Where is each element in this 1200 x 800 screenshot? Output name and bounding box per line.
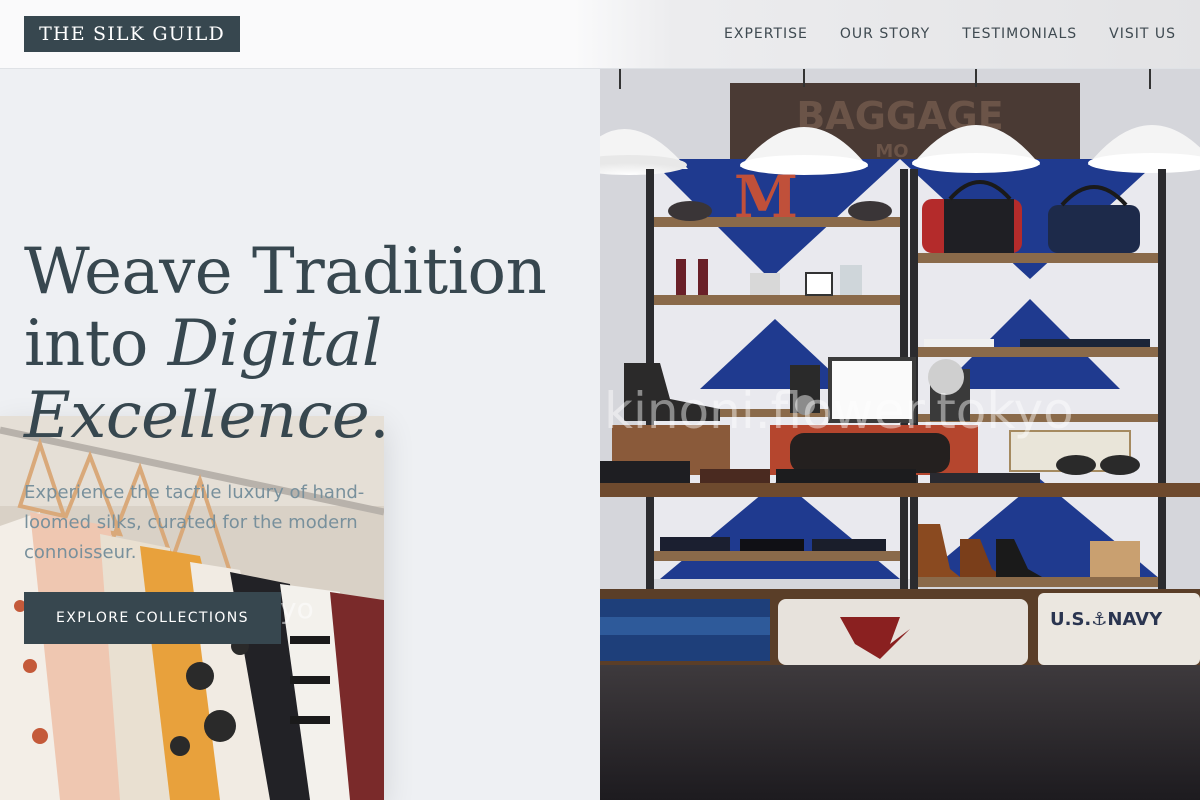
headline-line-3: Excellence — [24, 379, 370, 453]
brand-logo[interactable]: THE SILK GUILD — [24, 16, 240, 52]
headline-line-2a: into — [24, 307, 168, 381]
headline-line-2b: Digital — [167, 307, 383, 381]
main-nav: EXPERTISE OUR STORY TESTIMONIALS VISIT U… — [724, 0, 1176, 68]
nav-link-our-story[interactable]: OUR STORY — [840, 26, 930, 42]
site-header: THE SILK GUILD EXPERTISE OUR STORY TESTI… — [0, 0, 1200, 69]
headline-line-1: Weave Tradition — [24, 235, 547, 309]
nav-link-testimonials[interactable]: TESTIMONIALS — [962, 26, 1077, 42]
boutique-hero-image: BAGGAGE MO M U.S.⚓NAVY — [600, 69, 1200, 800]
headline-period: . — [369, 379, 390, 453]
hero-subtext: Experience the tactile luxury of hand-lo… — [24, 482, 365, 563]
explore-collections-button[interactable]: EXPLORE COLLECTIONS — [24, 592, 281, 644]
nav-link-expertise[interactable]: EXPERTISE — [724, 26, 808, 42]
nav-link-visit-us[interactable]: VISIT US — [1109, 26, 1176, 42]
hero-headline: Weave Tradition into Digital Excellence. — [24, 236, 584, 452]
navy-shirt-text: U.S.⚓NAVY — [1050, 609, 1163, 630]
shelf-letter: M — [734, 163, 798, 231]
shop-sign-subtext: MO — [875, 141, 908, 162]
